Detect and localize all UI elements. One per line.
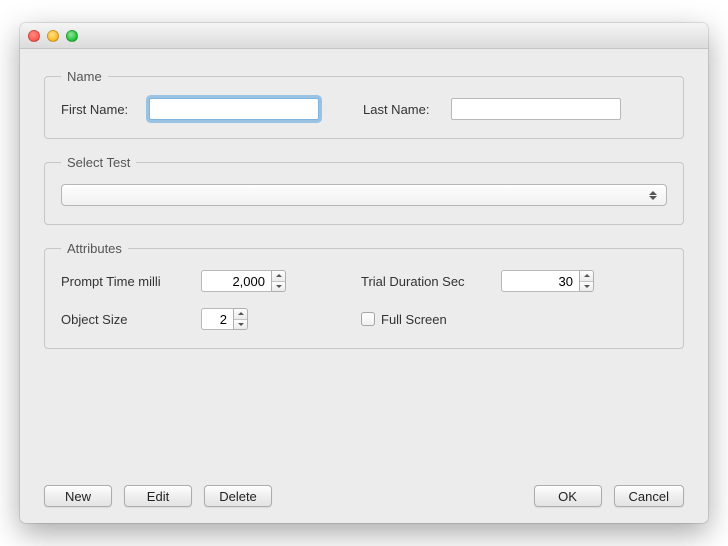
last-name-input[interactable] xyxy=(451,98,621,120)
last-name-label: Last Name: xyxy=(363,102,443,117)
titlebar xyxy=(20,23,708,49)
delete-button[interactable]: Delete xyxy=(204,485,272,507)
object-size-input[interactable] xyxy=(201,308,233,330)
name-group: Name First Name: Last Name: xyxy=(44,69,684,139)
first-name-input[interactable] xyxy=(149,98,319,120)
new-button[interactable]: New xyxy=(44,485,112,507)
prompt-time-down-button[interactable] xyxy=(272,282,285,292)
ok-button[interactable]: OK xyxy=(534,485,602,507)
trial-duration-down-button[interactable] xyxy=(580,282,593,292)
dialog-window: Name First Name: Last Name: Select Test xyxy=(20,23,708,523)
prompt-time-up-button[interactable] xyxy=(272,271,285,282)
object-size-stepper[interactable] xyxy=(201,308,301,330)
prompt-time-label: Prompt Time milli xyxy=(61,274,201,289)
trial-duration-stepper[interactable] xyxy=(501,270,601,292)
trial-duration-label: Trial Duration Sec xyxy=(361,274,501,289)
select-test-legend: Select Test xyxy=(61,155,136,170)
minimize-icon[interactable] xyxy=(47,30,59,42)
cancel-button[interactable]: Cancel xyxy=(614,485,684,507)
attributes-group: Attributes Prompt Time milli Trial Durat… xyxy=(44,241,684,349)
test-select[interactable] xyxy=(61,184,667,206)
object-size-down-button[interactable] xyxy=(234,320,247,330)
first-name-label: First Name: xyxy=(61,102,141,117)
select-test-group: Select Test xyxy=(44,155,684,225)
close-icon[interactable] xyxy=(28,30,40,42)
button-row: New Edit Delete OK Cancel xyxy=(44,465,684,507)
object-size-label: Object Size xyxy=(61,312,201,327)
prompt-time-stepper[interactable] xyxy=(201,270,301,292)
trial-duration-up-button[interactable] xyxy=(580,271,593,282)
full-screen-checkbox[interactable] xyxy=(361,312,375,326)
name-legend: Name xyxy=(61,69,108,84)
full-screen-row: Full Screen xyxy=(361,312,501,327)
edit-button[interactable]: Edit xyxy=(124,485,192,507)
object-size-up-button[interactable] xyxy=(234,309,247,320)
full-screen-label: Full Screen xyxy=(381,312,447,327)
zoom-icon[interactable] xyxy=(66,30,78,42)
dialog-content: Name First Name: Last Name: Select Test xyxy=(20,49,708,523)
chevron-updown-icon xyxy=(646,187,660,203)
attributes-legend: Attributes xyxy=(61,241,128,256)
trial-duration-input[interactable] xyxy=(501,270,579,292)
prompt-time-input[interactable] xyxy=(201,270,271,292)
